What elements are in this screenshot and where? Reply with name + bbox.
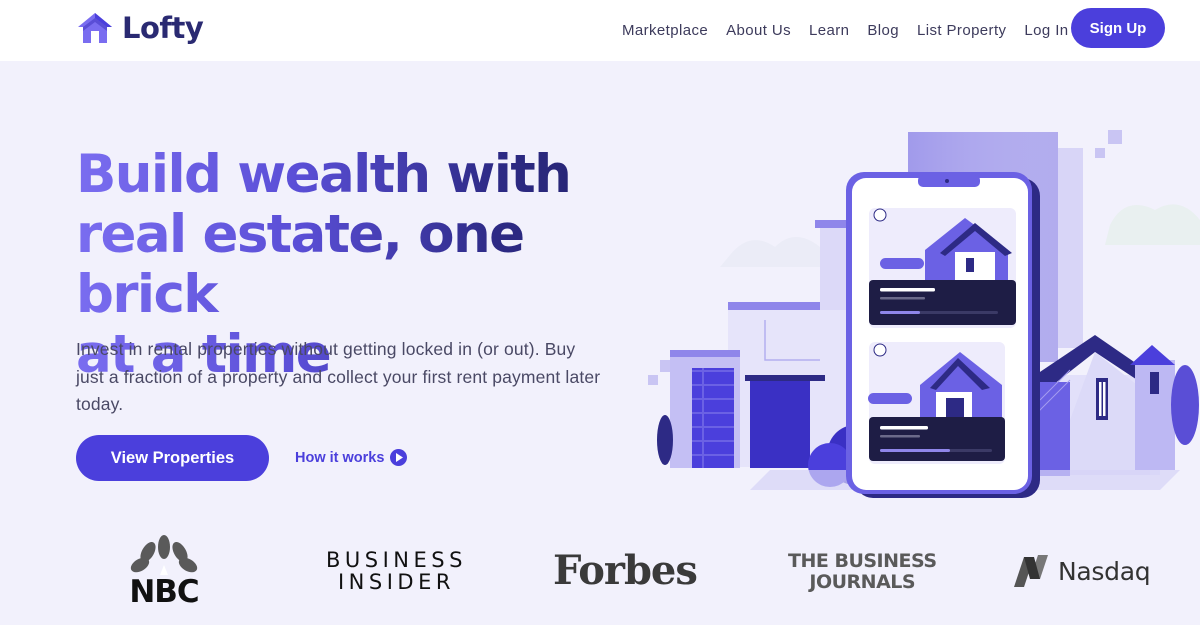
top-nav-bar: Lofty Marketplace About Us Learn Blog Li… [0,0,1200,61]
nasdaq-wordmark: Nasdaq [1058,556,1151,586]
nav-log-in[interactable]: Log In [1024,22,1068,39]
nasdaq-logo: Nasdaq [1010,553,1151,589]
hero-subtitle: Invest in rental properties without gett… [76,339,601,414]
hero-title-line-2: real estate, one brick [76,204,524,325]
how-it-works-label: How it works [295,449,385,466]
main-nav: Marketplace About Us Learn Blog List Pro… [613,0,1078,61]
lofty-logo[interactable]: Lofty [76,11,204,45]
property-card-1 [869,208,1016,328]
play-circle-icon [390,449,408,466]
press-logos: NBC BUSINESS INSIDER Forbes THE BUSINESS… [0,525,1200,625]
how-it-works-link[interactable]: How it works [295,449,408,466]
forbes-logo: Forbes [553,547,698,594]
nav-list-property[interactable]: List Property [917,22,1006,39]
nbc-wordmark: NBC [129,574,199,610]
view-properties-button[interactable]: View Properties [76,435,269,481]
business-insider-line-1: BUSINESS [326,548,467,572]
house-logo-icon [78,13,112,43]
sign-up-button[interactable]: Sign Up [1071,8,1165,48]
nasdaq-mark-icon [1014,555,1048,587]
hero-title-line-1: Build wealth with [76,144,571,205]
nav-about-us[interactable]: About Us [726,22,791,39]
nav-learn[interactable]: Learn [809,22,849,39]
business-journals-logo: THE BUSINESS JOURNALS [788,551,937,593]
business-journals-line-2: JOURNALS [809,571,916,593]
nav-blog[interactable]: Blog [867,22,899,39]
hero-illustration [648,130,1200,498]
business-journals-line-1: THE BUSINESS [788,550,937,572]
forbes-wordmark: Forbes [553,547,698,594]
business-insider-line-2: INSIDER [337,570,455,594]
phone-mockup [846,172,1040,498]
nbc-logo: NBC [128,535,200,610]
business-insider-logo: BUSINESS INSIDER [326,549,467,593]
brand-name: Lofty [122,11,204,45]
nbc-peacock-icon [130,535,198,575]
nav-marketplace[interactable]: Marketplace [622,22,708,39]
property-card-2 [868,342,1005,464]
